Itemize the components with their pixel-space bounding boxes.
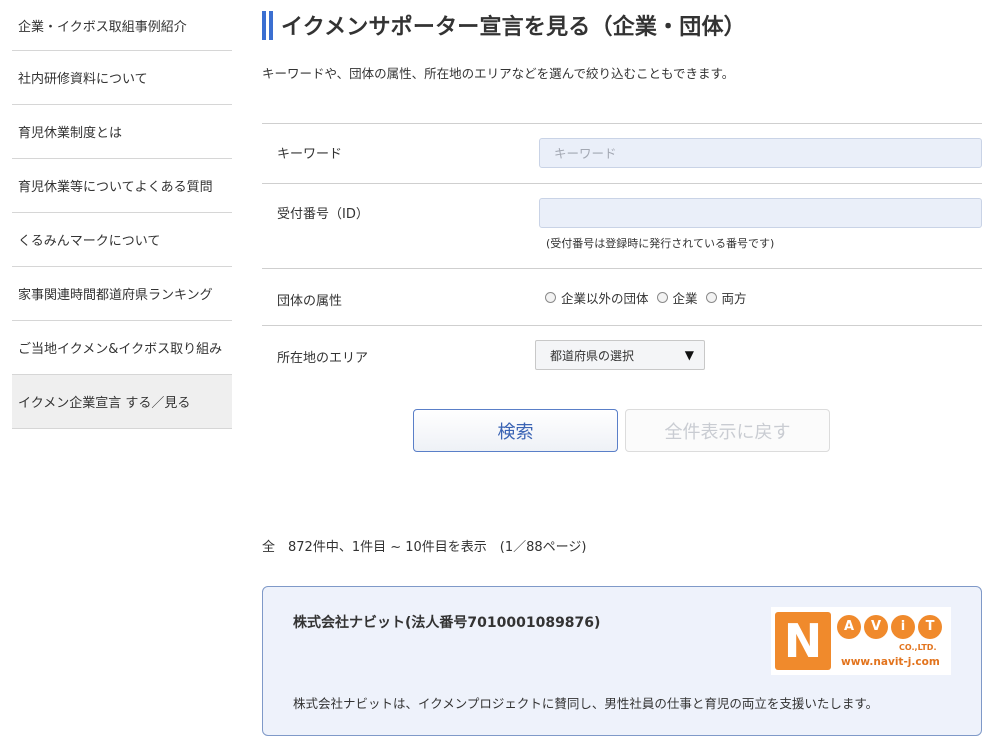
area-row: 所在地のエリア 都道府県の選択 ▼ <box>262 326 982 382</box>
radio-non-company[interactable]: 企業以外の団体 <box>545 288 649 307</box>
show-all-button[interactable]: 全件表示に戻す <box>625 409 830 452</box>
company-logo: N A V i T CO.,LTD. www.navit-j.com <box>771 607 951 675</box>
logo-url: www.navit-j.com <box>841 656 940 668</box>
result-card: 株式会社ナビット(法人番号7010001089876) N A V i T CO… <box>262 586 982 736</box>
lead-text: キーワードや、団体の属性、所在地のエリアなどを選んで絞り込むこともできます。 <box>262 66 735 81</box>
search-form: キーワード 受付番号（ID） (受付番号は登録時に発行されている番号です) 団体… <box>262 123 982 382</box>
sidebar-item-ikuboss-cases[interactable]: 企業・イクボス取組事例紹介 <box>12 0 232 51</box>
logo-letter: N <box>775 612 831 670</box>
attribute-row: 団体の属性 企業以外の団体 企業 両方 <box>262 269 982 326</box>
logo-letter-t: T <box>918 615 942 639</box>
page-title-text: イクメンサポーター宣言を見る（企業・団体） <box>281 15 746 40</box>
reception-id-label: 受付番号（ID） <box>277 207 369 222</box>
radio-circle-icon[interactable] <box>705 292 717 303</box>
keyword-row: キーワード <box>262 124 982 184</box>
page-title: イクメンサポーター宣言を見る（企業・団体） <box>262 10 746 40</box>
area-label: 所在地のエリア <box>277 351 369 366</box>
radio-both-label: 両方 <box>721 291 747 306</box>
sidebar-item-kurumin-mark[interactable]: くるみんマークについて <box>12 213 232 267</box>
prefecture-select-value: 都道府県の選択 <box>550 348 635 363</box>
radio-both[interactable]: 両方 <box>705 288 747 307</box>
logo-letter-a: A <box>837 615 861 639</box>
logo-company-suffix: CO.,LTD. <box>899 643 937 652</box>
radio-non-company-label: 企業以外の団体 <box>561 291 649 306</box>
radio-circle-icon[interactable] <box>656 292 668 303</box>
triangle-down-icon: ▼ <box>684 348 694 362</box>
attribute-radio-group: 企業以外の団体 企業 両方 <box>545 288 755 307</box>
radio-company-label: 企業 <box>672 291 698 306</box>
sidebar-item-childcare-leave[interactable]: 育児休業制度とは <box>12 105 232 159</box>
reception-id-input[interactable] <box>539 198 982 228</box>
reception-id-hint: (受付番号は登録時に発行されている番号です) <box>546 237 775 250</box>
keyword-input[interactable] <box>539 138 982 168</box>
sidebar-item-faq[interactable]: 育児休業等についてよくある質問 <box>12 159 232 213</box>
sidebar-item-housework-ranking[interactable]: 家事関連時間都道府県ランキング <box>12 267 232 321</box>
company-name: 株式会社ナビット(法人番号7010001089876) <box>293 615 601 631</box>
radio-circle-icon[interactable] <box>545 292 556 303</box>
search-button[interactable]: 検索 <box>413 409 618 452</box>
radio-company[interactable]: 企業 <box>656 288 698 307</box>
sidebar: 企業・イクボス取組事例紹介 社内研修資料について 育児休業制度とは 育児休業等に… <box>12 0 232 429</box>
sidebar-item-local-initiatives[interactable]: ご当地イクメン&イクボス取り組み <box>12 321 232 375</box>
logo-word: A V i T <box>837 615 942 639</box>
reception-id-row: 受付番号（ID） (受付番号は登録時に発行されている番号です) <box>262 184 982 269</box>
company-description: 株式会社ナビットは、イクメンプロジェクトに賛同し、男性社員の仕事と育児の両立を支… <box>293 696 879 711</box>
logo-letter-i: i <box>891 615 915 639</box>
sidebar-item-training-materials[interactable]: 社内研修資料について <box>12 51 232 105</box>
logo-letter-v: V <box>864 615 888 639</box>
sidebar-item-ikumen-declaration[interactable]: イクメン企業宣言 する／見る <box>12 375 232 429</box>
keyword-label: キーワード <box>277 147 343 162</box>
title-accent-bars <box>262 10 273 40</box>
prefecture-select[interactable]: 都道府県の選択 ▼ <box>535 340 705 370</box>
attribute-label: 団体の属性 <box>277 294 343 309</box>
result-count: 全 872件中、1件目 ~ 10件目を表示 (1／88ページ) <box>262 540 587 555</box>
